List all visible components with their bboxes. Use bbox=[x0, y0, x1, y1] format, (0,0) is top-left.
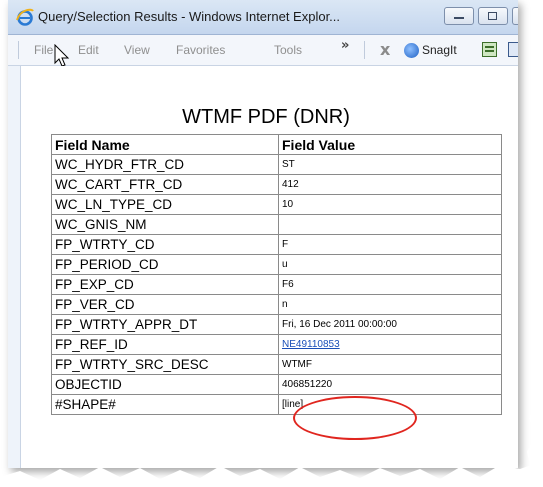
field-value-cell: WTMF bbox=[278, 354, 502, 375]
menu-file[interactable]: File bbox=[34, 43, 53, 57]
table-row: FP_EXP_CD F6 bbox=[51, 274, 502, 295]
table-row: OBJECTID 406851220 bbox=[51, 374, 502, 395]
field-value-cell: NE49110853 bbox=[278, 334, 502, 355]
cursor-icon bbox=[54, 44, 70, 67]
header-field-value: Field Value bbox=[278, 134, 502, 155]
table-row: WC_CART_FTR_CD 412 bbox=[51, 174, 502, 195]
field-name-cell: WC_GNIS_NM bbox=[51, 214, 279, 235]
table-row: WC_LN_TYPE_CD 10 bbox=[51, 194, 502, 215]
ref-id-link[interactable]: NE49110853 bbox=[282, 339, 340, 350]
table-row: FP_VER_CD n bbox=[51, 294, 502, 315]
page-content: WTMF PDF (DNR) Field Name Field Value WC… bbox=[20, 66, 518, 468]
snagit-button[interactable]: SnagIt bbox=[422, 43, 457, 57]
menu-separator bbox=[364, 41, 365, 59]
header-field-name: Field Name bbox=[51, 134, 279, 155]
menu-bar: File Edit View Favorites Tools » x SnagI… bbox=[8, 35, 518, 66]
field-value-cell: n bbox=[278, 294, 502, 315]
field-name-cell: FP_WTRTY_CD bbox=[51, 234, 279, 255]
field-name-cell: OBJECTID bbox=[51, 374, 279, 395]
field-name-cell: FP_REF_ID bbox=[51, 334, 279, 355]
chevron-icon[interactable]: » bbox=[341, 38, 349, 53]
table-row: FP_WTRTY_APPR_DT Fri, 16 Dec 2011 00:00:0… bbox=[51, 314, 502, 335]
field-name-cell: WC_HYDR_FTR_CD bbox=[51, 154, 279, 175]
maximize-icon[interactable] bbox=[478, 7, 508, 25]
table-row: FP_WTRTY_SRC_DESC WTMF bbox=[51, 354, 502, 375]
table-row: WC_HYDR_FTR_CD ST bbox=[51, 154, 502, 175]
window-title: Query/Selection Results - Windows Intern… bbox=[38, 9, 341, 24]
table-row: FP_REF_ID NE49110853 bbox=[51, 334, 502, 355]
field-value-cell: F bbox=[278, 234, 502, 255]
field-name-cell: FP_WTRTY_APPR_DT bbox=[51, 314, 279, 335]
menu-tools[interactable]: Tools bbox=[274, 43, 302, 57]
table-header-row: Field Name Field Value bbox=[51, 134, 502, 155]
menu-grip bbox=[18, 41, 19, 59]
close-x-icon[interactable]: x bbox=[380, 40, 390, 59]
field-value-cell: 406851220 bbox=[278, 374, 502, 395]
field-name-cell: FP_WTRTY_SRC_DESC bbox=[51, 354, 279, 375]
table-row: WC_GNIS_NM bbox=[51, 214, 502, 235]
field-name-cell: FP_VER_CD bbox=[51, 294, 279, 315]
toolbar-icon[interactable] bbox=[482, 42, 497, 57]
field-value-cell: Fri, 16 Dec 2011 00:00:00 bbox=[278, 314, 502, 335]
field-name-cell: #SHAPE# bbox=[51, 394, 279, 415]
menu-edit[interactable]: Edit bbox=[78, 43, 99, 57]
table-body: WC_HYDR_FTR_CD ST WC_CART_FTR_CD 412 WC_LN_T… bbox=[51, 154, 502, 415]
field-name-cell: WC_LN_TYPE_CD bbox=[51, 194, 279, 215]
ie-icon bbox=[16, 8, 34, 26]
results-table: Field Name Field Value WC_HYDR_FTR_CD ST W… bbox=[51, 134, 502, 415]
page-title: WTMF PDF (DNR) bbox=[182, 106, 350, 128]
field-value-cell: F6 bbox=[278, 274, 502, 295]
torn-edge-bottom bbox=[0, 461, 543, 487]
table-row: FP_WTRTY_CD F bbox=[51, 234, 502, 255]
table-row: #SHAPE# [line] bbox=[51, 394, 502, 415]
field-value-cell: u bbox=[278, 254, 502, 275]
field-value-cell: 412 bbox=[278, 174, 502, 195]
field-name-cell: WC_CART_FTR_CD bbox=[51, 174, 279, 195]
menu-view[interactable]: View bbox=[124, 43, 150, 57]
field-value-cell bbox=[278, 214, 502, 235]
field-value-cell: [line] bbox=[278, 394, 502, 415]
minimize-icon[interactable] bbox=[444, 7, 474, 25]
snagit-icon[interactable] bbox=[404, 43, 419, 58]
field-value-cell: 10 bbox=[278, 194, 502, 215]
field-name-cell: FP_EXP_CD bbox=[51, 274, 279, 295]
field-value-cell: ST bbox=[278, 154, 502, 175]
field-name-cell: FP_PERIOD_CD bbox=[51, 254, 279, 275]
torn-edge-right bbox=[523, 0, 543, 487]
table-row: FP_PERIOD_CD u bbox=[51, 254, 502, 275]
title-bar: Query/Selection Results - Windows Intern… bbox=[8, 0, 518, 35]
screenshot-frame: Query/Selection Results - Windows Intern… bbox=[8, 0, 518, 468]
menu-favorites[interactable]: Favorites bbox=[176, 43, 225, 57]
